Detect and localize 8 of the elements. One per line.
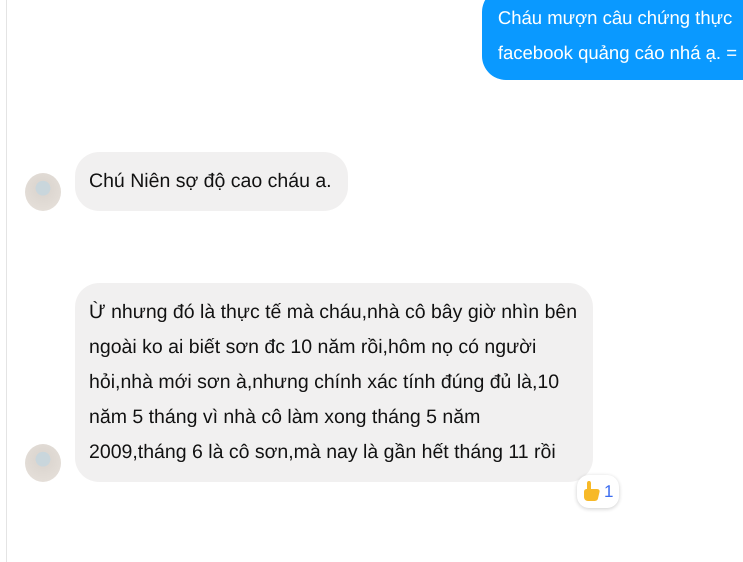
reaction-badge[interactable]: 1 (577, 474, 620, 508)
avatar-placeholder (25, 173, 61, 211)
reaction-count: 1 (604, 480, 614, 502)
message-bubble: Chú Niên sợ độ cao cháu a. (75, 152, 348, 211)
message-bubble: Cháu mượn câu chứng thực facebook quảng cáo nhá ạ. = (482, 0, 743, 80)
avatar-placeholder (25, 444, 61, 482)
thumbs-up-icon (583, 480, 601, 502)
message-bubble: Ừ nhưng đó là thực tế mà cháu,nhà cô bây giờ nhìn bên ngoài ko ai biết sơn đc 10 năm rồi,hôm nọ có người hỏi,nhà mới sơn à,nhưng chính xác tính đúng đủ là,10 năm 5 tháng vì nhà cô làm xong tháng 5 năm 2009,tháng 6 là cô sơn,mà nay là gần hết tháng 11 rồi (75, 283, 594, 482)
